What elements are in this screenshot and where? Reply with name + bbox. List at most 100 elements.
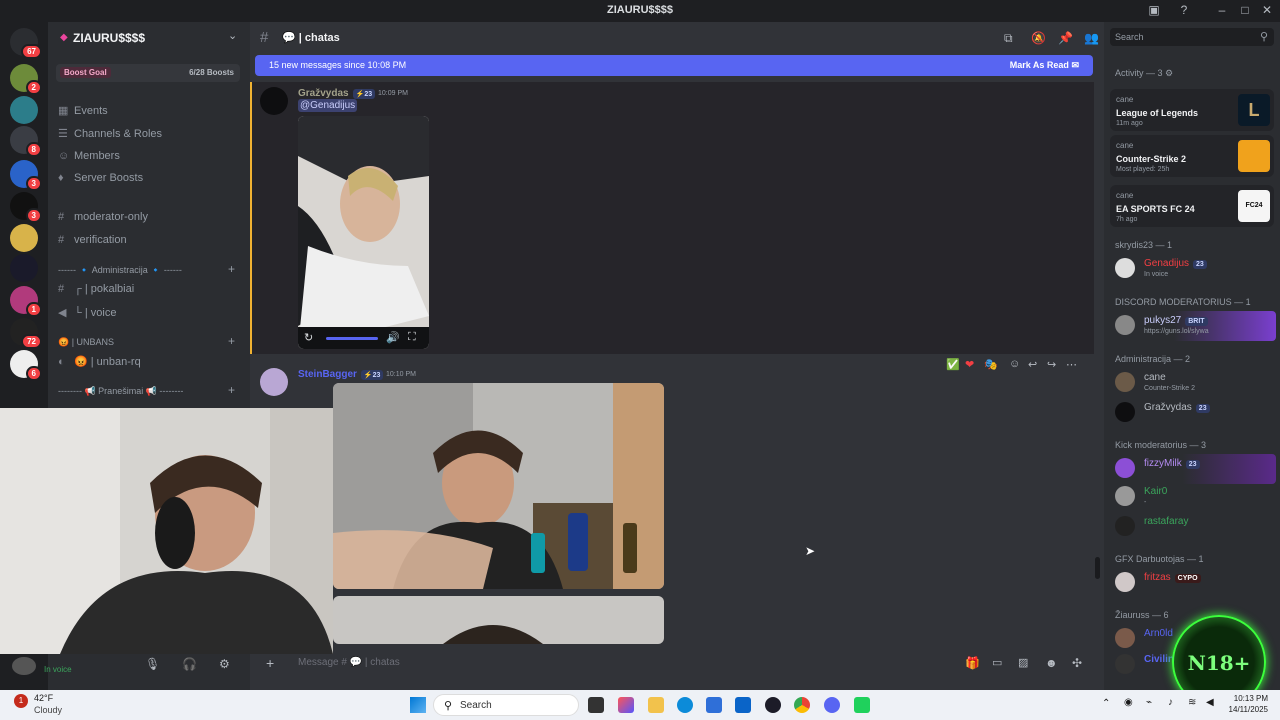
tray-app-icon[interactable]: ◉ (1124, 697, 1133, 708)
copilot-icon[interactable] (618, 697, 634, 713)
menu-channels-roles[interactable]: ☰ Channels & Roles (58, 127, 162, 140)
server-icon[interactable] (10, 96, 38, 124)
heart-reaction-icon[interactable]: ❤ (965, 358, 974, 371)
tray-overflow-icon[interactable]: ⌃ (1102, 698, 1110, 709)
server-icon[interactable]: 3 (10, 192, 42, 223)
close-icon[interactable]: ✕ (1259, 3, 1275, 19)
category-administracija[interactable]: ------ 🔹 Administracija 🔹 ------ (58, 265, 182, 276)
clock-time[interactable]: 10:13 PM (1218, 694, 1268, 703)
server-icon[interactable] (10, 254, 38, 282)
server-icon[interactable]: 3 (10, 160, 42, 191)
server-icon[interactable]: 72 (10, 318, 42, 349)
activity-card[interactable]: cane Counter-Strike 2 Most played: 25h (1110, 135, 1274, 177)
server-icon[interactable]: 8 (10, 126, 42, 157)
member-row[interactable]: pukys27 BRIT https://guns.lol/slywa (1106, 311, 1276, 341)
member-row[interactable]: rastafaray (1106, 512, 1276, 542)
minimize-icon[interactable]: – (1214, 3, 1230, 19)
server-icon[interactable]: 6 (10, 350, 42, 381)
forward-icon[interactable]: ↪ (1047, 358, 1056, 371)
channel-unban-rq[interactable]: ◐ 😡 | unban-rq (58, 355, 141, 368)
message-author[interactable]: Gražvydas ⚡23 (298, 88, 376, 99)
emoji-icon[interactable]: ☻ (1045, 656, 1058, 670)
discord-icon[interactable] (824, 697, 840, 713)
pin-icon[interactable]: 📌 (1058, 31, 1073, 45)
category-unbans[interactable]: 😡 | UNBANS (58, 337, 114, 348)
voice-channel[interactable]: ◀ └ | voice (58, 306, 116, 319)
server-icon[interactable]: 2 (10, 64, 42, 95)
server-header[interactable]: ◆ ZIAURU$$$$ ⌄ (48, 26, 250, 50)
volume-tray-icon[interactable]: ◀ (1206, 697, 1214, 708)
emoji-reaction-icon[interactable]: 🎭 (984, 358, 998, 371)
message-input[interactable]: + Message # 💬 | chatas 🎁 ▭ ▨ ☻ ✣ (262, 650, 1094, 676)
reply-icon[interactable]: ↩ (1028, 358, 1037, 371)
fullscreen-icon[interactable]: ⛶ (408, 331, 416, 344)
avatar[interactable] (260, 368, 288, 396)
weather-temp[interactable]: 42°F (34, 693, 53, 703)
weather-alert-icon[interactable]: 1 (14, 694, 28, 708)
taskbar-search[interactable]: ⚲ Search (433, 694, 579, 716)
boost-goal-bar[interactable]: Boost Goal 6/28 Boosts (56, 64, 240, 82)
apps-icon[interactable]: ✣ (1072, 656, 1082, 670)
new-messages-banner[interactable]: 15 new messages since 10:08 PM Mark As R… (255, 55, 1093, 76)
member-row[interactable]: fritzas CYPO (1106, 568, 1276, 598)
member-row[interactable]: Genadijus 23 In voice (1106, 254, 1276, 284)
check-reaction-icon[interactable]: ✅ (946, 358, 960, 371)
video-attachment[interactable] (298, 116, 429, 349)
message-author[interactable]: SteinBagger ⚡23 (298, 369, 384, 380)
more-icon[interactable]: ⋯ (1066, 358, 1077, 371)
channel-moderator-only[interactable]: # moderator-only (58, 211, 148, 223)
image-attachment[interactable] (333, 596, 664, 644)
menu-members[interactable]: ☺ Members (58, 150, 120, 162)
task-view-icon[interactable] (588, 697, 604, 713)
server-icon[interactable]: 1 (10, 286, 42, 317)
replay-icon[interactable]: ↻ (304, 331, 313, 344)
attach-plus-icon[interactable]: + (266, 655, 274, 671)
member-row[interactable]: fizzyMilk 23 (1106, 454, 1276, 484)
user-mention[interactable]: @Genadijus (298, 99, 358, 112)
user-avatar[interactable] (12, 657, 36, 675)
gear-icon[interactable]: ⚙ (1165, 68, 1173, 78)
headphones-icon[interactable]: 🎧 (182, 657, 197, 671)
activity-card[interactable]: cane League of Legends 11m ago L (1110, 89, 1274, 131)
gift-icon[interactable]: 🎁 (965, 656, 980, 670)
add-channel-icon[interactable]: + (228, 262, 235, 276)
mail-icon[interactable] (735, 697, 751, 713)
threads-icon[interactable]: ⧉ (1004, 31, 1013, 46)
avatar[interactable] (260, 87, 288, 115)
search-box[interactable]: Search ⚲ (1110, 28, 1274, 46)
member-list-icon[interactable]: 👥 (1084, 31, 1099, 45)
activity-card[interactable]: cane EA SPORTS FC 24 7h ago FC24 (1110, 185, 1274, 227)
gif-icon[interactable]: ▭ (992, 656, 1002, 669)
member-row[interactable]: Gražvydas 23 (1106, 398, 1276, 428)
member-row[interactable]: cane Counter-Strike 2 (1106, 368, 1276, 398)
home-button[interactable]: 67 (10, 28, 42, 59)
server-icon[interactable] (10, 224, 38, 252)
member-row[interactable]: Kair0 - (1106, 482, 1276, 512)
network-icon[interactable]: ⌁ (1146, 697, 1152, 708)
chat-scrollbar[interactable] (1095, 557, 1100, 579)
channel-verification[interactable]: # verification (58, 234, 127, 246)
microphone-icon[interactable]: 🎙 (145, 657, 160, 671)
store-icon[interactable] (706, 697, 722, 713)
menu-server-boosts[interactable]: ♦ Server Boosts (58, 172, 143, 184)
maximize-icon[interactable]: □ (1237, 3, 1253, 19)
edge-icon[interactable] (677, 697, 693, 713)
volume-slider[interactable] (326, 337, 378, 340)
wifi-icon[interactable]: ≋ (1188, 697, 1196, 708)
image-attachment[interactable] (333, 383, 664, 589)
settings-gear-icon[interactable]: ⚙ (219, 657, 230, 671)
menu-events[interactable]: ▦ Events (58, 104, 108, 117)
channel-pokalbiai[interactable]: # ┌ | pokalbiai (58, 283, 134, 295)
kick-icon[interactable] (854, 697, 870, 713)
add-channel-icon[interactable]: + (228, 383, 235, 397)
volume-icon[interactable]: 🔊 (386, 331, 400, 344)
chrome-icon[interactable] (794, 697, 810, 713)
add-reaction-icon[interactable]: ☺ (1009, 358, 1020, 370)
mute-icon[interactable]: 🔕 (1031, 31, 1046, 45)
category-pranesimai[interactable]: -------- 📢 Pranešimai 📢 -------- (58, 386, 183, 397)
windows-start-icon[interactable] (410, 697, 426, 713)
file-explorer-icon[interactable] (648, 697, 664, 713)
sticker-icon[interactable]: ▨ (1018, 656, 1028, 669)
help-icon[interactable]: ? (1176, 3, 1192, 19)
app-icon[interactable] (765, 697, 781, 713)
